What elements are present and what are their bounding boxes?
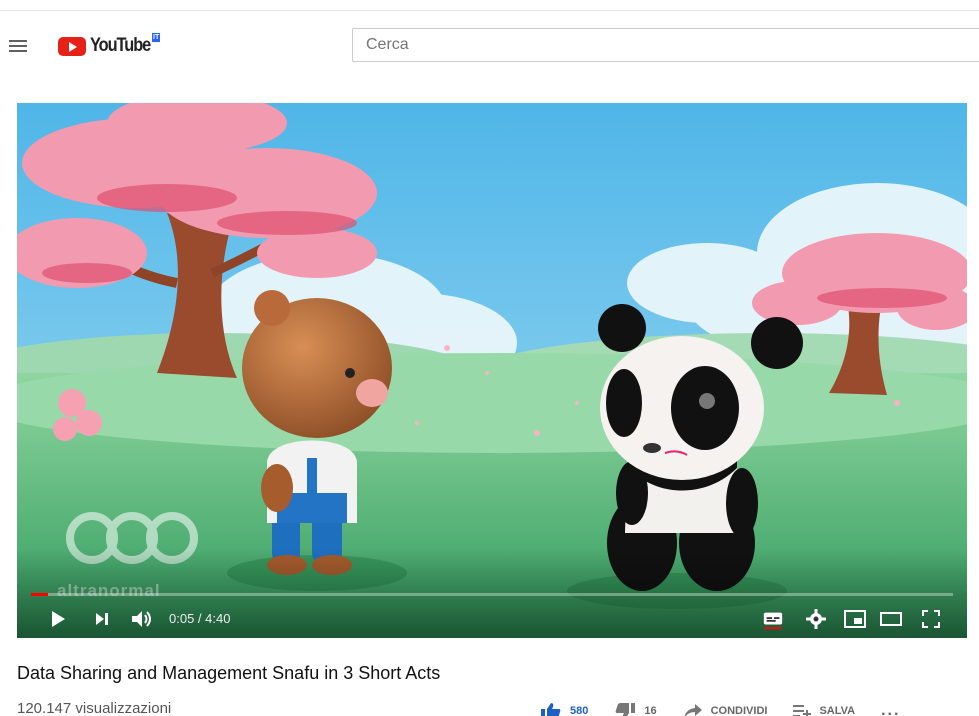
- playlist-add-icon: [793, 705, 812, 716]
- youtube-logo[interactable]: YouTube IT: [58, 33, 161, 58]
- like-button[interactable]: 580: [540, 702, 588, 716]
- theater-mode-icon[interactable]: [879, 608, 903, 630]
- share-arrow-icon: [684, 704, 702, 716]
- masthead: YouTube IT: [0, 22, 979, 70]
- skip-next-icon[interactable]: [91, 608, 113, 630]
- top-divider: [0, 10, 979, 11]
- logo-text: YouTube: [90, 35, 151, 56]
- video-actions: 580 16 CONDIVIDI SALVA ...: [540, 701, 926, 716]
- youtube-play-logo-icon: [58, 36, 86, 56]
- dislike-count: 16: [644, 705, 657, 716]
- save-label: SALVA: [819, 705, 856, 716]
- time-display: 0:05 / 4:40: [169, 611, 231, 626]
- save-button[interactable]: SALVA: [793, 704, 855, 716]
- subtitles-icon[interactable]: [761, 608, 785, 630]
- video-title: Data Sharing and Management Snafu in 3 S…: [17, 663, 441, 683]
- more-icon: ...: [881, 702, 901, 716]
- gear-icon[interactable]: [805, 608, 827, 630]
- volume-icon[interactable]: [129, 608, 155, 630]
- country-code-badge: IT: [152, 33, 161, 42]
- fullscreen-icon[interactable]: [920, 608, 942, 630]
- play-icon[interactable]: [47, 608, 69, 630]
- thumbs-down-icon: [616, 703, 636, 716]
- search-input[interactable]: [352, 28, 979, 62]
- video-player[interactable]: altranormal 0:05 / 4:40: [17, 103, 967, 638]
- share-label: CONDIVIDI: [710, 705, 768, 716]
- view-count: 120.147 visualizzazioni: [17, 700, 172, 716]
- thumbs-up-icon: [541, 703, 561, 716]
- share-button[interactable]: CONDIVIDI: [683, 703, 768, 716]
- more-actions-button[interactable]: ...: [881, 702, 900, 716]
- progress-bar[interactable]: [31, 593, 953, 596]
- progress-played: [31, 593, 48, 596]
- like-count: 580: [570, 705, 589, 716]
- miniplayer-icon[interactable]: [843, 608, 867, 630]
- hamburger-menu-icon[interactable]: [9, 40, 27, 52]
- dislike-button[interactable]: 16: [614, 702, 657, 716]
